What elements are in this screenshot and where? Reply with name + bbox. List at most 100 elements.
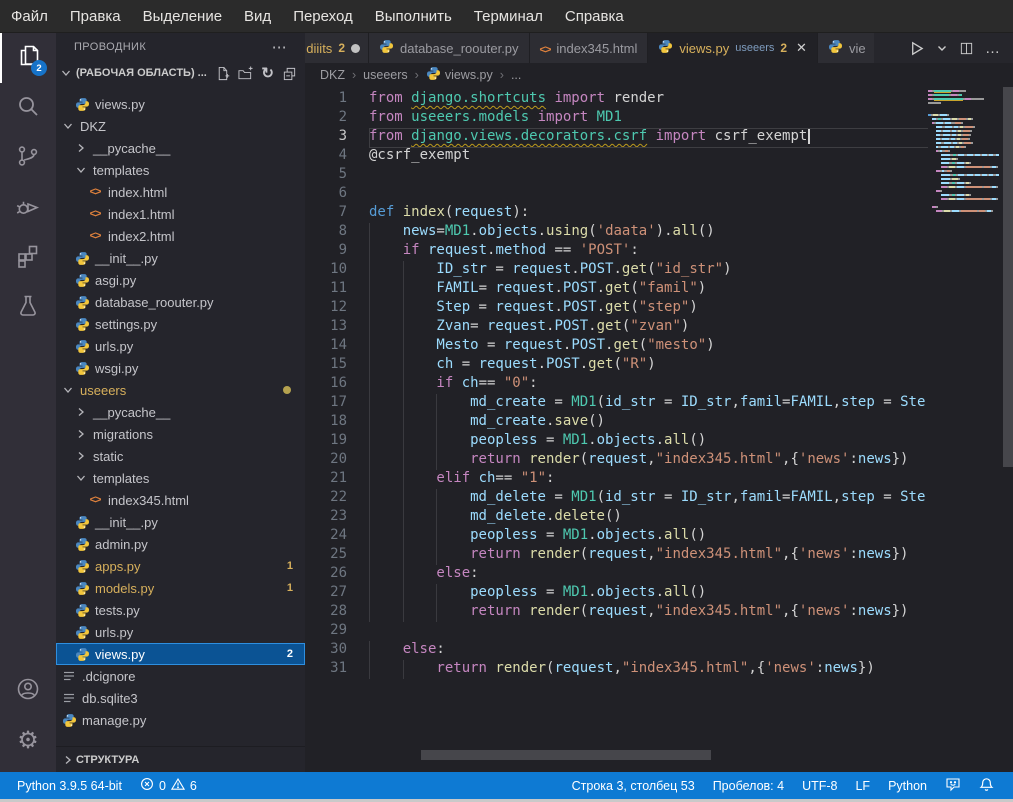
activity-settings[interactable]: ⚙	[0, 716, 56, 766]
code-line-19[interactable]: peopless = MD1.objects.all()	[369, 432, 928, 451]
status-eol[interactable]: LF	[846, 772, 879, 799]
tree-item-index2-html[interactable]: <>index2.html	[56, 225, 305, 247]
code-line-6[interactable]	[369, 185, 928, 204]
breadcrumb-item-dkz[interactable]: DKZ	[320, 68, 345, 82]
tree-item-urls-py[interactable]: urls.py	[56, 621, 305, 643]
tab-database-roouter-py[interactable]: database_roouter.py	[369, 33, 530, 63]
close-icon[interactable]: ✕	[796, 40, 807, 56]
menu-терминал[interactable]: Терминал	[463, 0, 554, 32]
code-line-27[interactable]: peopless = MD1.objects.all()	[369, 584, 928, 603]
code-line-28[interactable]: return render(request,"index345.html",{'…	[369, 603, 928, 622]
menu-справка[interactable]: Справка	[554, 0, 635, 32]
status-indentation[interactable]: Пробелов: 4	[704, 772, 793, 799]
code-line-1[interactable]: from django.shortcuts import render	[369, 90, 928, 109]
new-folder-icon[interactable]	[238, 66, 253, 81]
code-line-9[interactable]: if request.method == 'POST':	[369, 242, 928, 261]
tree-item-apps-py[interactable]: apps.py1	[56, 555, 305, 577]
tree-item-tests-py[interactable]: tests.py	[56, 599, 305, 621]
code-line-5[interactable]	[369, 166, 928, 185]
activity-testing[interactable]	[0, 283, 56, 333]
activity-explorer[interactable]: 2	[0, 33, 56, 83]
activity-accounts[interactable]	[0, 666, 56, 716]
tree-item-init-py[interactable]: __init__.py	[56, 247, 305, 269]
tree-item-pycache[interactable]: __pycache__	[56, 137, 305, 159]
horizontal-scrollbar[interactable]	[421, 750, 711, 760]
status-python-interpreter[interactable]: Python 3.9.5 64-bit	[8, 772, 131, 799]
code-line-7[interactable]: def index(request):	[369, 204, 928, 223]
minimap[interactable]	[928, 90, 1003, 772]
code-line-23[interactable]: md_delete.delete()	[369, 508, 928, 527]
code-line-21[interactable]: elif ch== "1":	[369, 470, 928, 489]
tree-item-settings-py[interactable]: settings.py	[56, 313, 305, 335]
breadcrumb-item-views-py[interactable]: views.py	[426, 66, 493, 84]
tree-item-db-sqlite3[interactable]: db.sqlite3	[56, 687, 305, 709]
code-line-10[interactable]: ID_str = request.POST.get("id_str")	[369, 261, 928, 280]
tree-item-views-py[interactable]: views.py	[56, 93, 305, 115]
code-line-17[interactable]: md_create = MD1(id_str = ID_str,famil=FA…	[369, 394, 928, 413]
tree-item-manage-py[interactable]: manage.py	[56, 709, 305, 731]
code-line-29[interactable]	[369, 622, 928, 641]
status-problems[interactable]: 06	[131, 772, 206, 799]
code-line-16[interactable]: if ch== "0":	[369, 375, 928, 394]
code-line-24[interactable]: peopless = MD1.objects.all()	[369, 527, 928, 546]
activity-run-and-debug[interactable]	[0, 183, 56, 233]
tab-vie[interactable]: vie	[818, 33, 874, 63]
activity-source-control[interactable]	[0, 133, 56, 183]
tree-item-views-py[interactable]: views.py2	[56, 643, 305, 665]
refresh-icon[interactable]: ↻	[261, 66, 274, 81]
collapse-all-icon[interactable]	[282, 66, 297, 81]
split-editor-button[interactable]	[959, 41, 974, 56]
code-line-2[interactable]: from useeers.models import MD1	[369, 109, 928, 128]
code-editor[interactable]: 1234567891011121314151617181920212223242…	[305, 87, 1013, 772]
code-line-22[interactable]: md_delete = MD1(id_str = ID_str,famil=FA…	[369, 489, 928, 508]
code-line-15[interactable]: ch = request.POST.get("R")	[369, 356, 928, 375]
menu-файл[interactable]: Файл	[0, 0, 59, 32]
code-line-14[interactable]: Mesto = request.POST.get("mesto")	[369, 337, 928, 356]
status-notifications[interactable]	[970, 772, 1003, 799]
activity-search[interactable]	[0, 83, 56, 133]
breadcrumb-item-[interactable]: ...	[511, 68, 521, 82]
more-actions-button[interactable]: …	[985, 40, 1001, 57]
tree-item-index1-html[interactable]: <>index1.html	[56, 203, 305, 225]
menu-переход[interactable]: Переход	[282, 0, 364, 32]
workspace-section-header[interactable]: (РАБОЧАЯ ОБЛАСТЬ) ... ↻	[56, 61, 305, 85]
tree-item-static[interactable]: static	[56, 445, 305, 467]
code-line-13[interactable]: Zvan= request.POST.get("zvan")	[369, 318, 928, 337]
activity-extensions[interactable]	[0, 233, 56, 283]
outline-section-header[interactable]: СТРУКТУРА	[56, 746, 305, 772]
new-file-icon[interactable]	[215, 66, 230, 81]
tree-item-index-html[interactable]: <>index.html	[56, 181, 305, 203]
code-line-30[interactable]: else:	[369, 641, 928, 660]
vertical-scrollbar[interactable]	[1003, 87, 1013, 467]
tree-item-useeers[interactable]: useeers	[56, 379, 305, 401]
tree-item-templates[interactable]: templates	[56, 467, 305, 489]
code-line-11[interactable]: FAMIL= request.POST.get("famil")	[369, 280, 928, 299]
code-line-12[interactable]: Step = request.POST.get("step")	[369, 299, 928, 318]
tree-item-pycache[interactable]: __pycache__	[56, 401, 305, 423]
code-line-26[interactable]: else:	[369, 565, 928, 584]
tree-item-dkz[interactable]: DKZ	[56, 115, 305, 137]
breadcrumb-item-useeers[interactable]: useeers	[363, 68, 407, 82]
tree-item-wsgi-py[interactable]: wsgi.py	[56, 357, 305, 379]
code-line-31[interactable]: return render(request,"index345.html",{'…	[369, 660, 928, 679]
tree-item-dcignore[interactable]: .dcignore	[56, 665, 305, 687]
code-pane[interactable]: from django.shortcuts import renderfrom …	[369, 90, 928, 772]
status-encoding[interactable]: UTF-8	[793, 772, 846, 799]
code-line-20[interactable]: return render(request,"index345.html",{'…	[369, 451, 928, 470]
code-line-25[interactable]: return render(request,"index345.html",{'…	[369, 546, 928, 565]
tab-views-py[interactable]: views.pyuseeers2✕	[648, 33, 818, 63]
run-dropdown-button[interactable]	[936, 42, 948, 54]
code-line-18[interactable]: md_create.save()	[369, 413, 928, 432]
tab-diiits[interactable]: diiits2	[305, 33, 369, 63]
tree-item-urls-py[interactable]: urls.py	[56, 335, 305, 357]
explorer-more-actions-icon[interactable]: ⋯	[272, 38, 287, 56]
tree-item-migrations[interactable]: migrations	[56, 423, 305, 445]
tree-item-models-py[interactable]: models.py1	[56, 577, 305, 599]
menu-правка[interactable]: Правка	[59, 0, 132, 32]
code-line-3[interactable]: from django.views.decorators.csrf import…	[369, 128, 928, 147]
menu-выделение[interactable]: Выделение	[132, 0, 233, 32]
code-line-8[interactable]: news=MD1.objects.using('daata').all()	[369, 223, 928, 242]
tree-item-index345-html[interactable]: <>index345.html	[56, 489, 305, 511]
run-button[interactable]	[908, 40, 925, 57]
code-line-4[interactable]: @csrf_exempt	[369, 147, 928, 166]
